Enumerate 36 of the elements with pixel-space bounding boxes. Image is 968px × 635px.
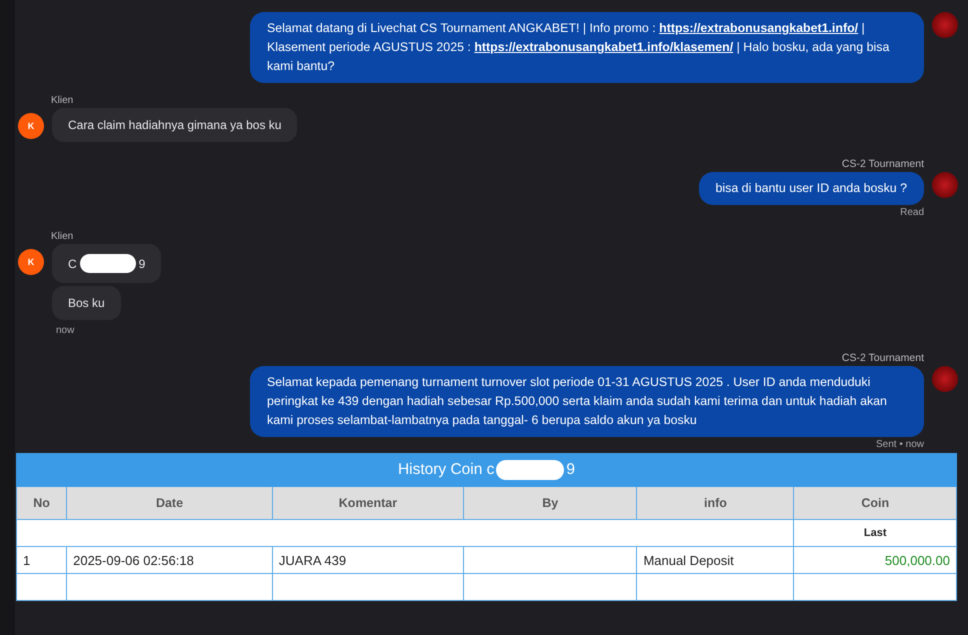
agent-avatar [932,12,958,38]
column-header: By [464,486,637,520]
table-cell: JUARA 439 [272,546,464,574]
message-time: now [56,325,74,336]
column-header: Coin [794,486,956,520]
message-text: 9 [138,256,146,270]
sender-name: CS-2 Tournament [842,352,924,364]
client-avatar: K [18,113,44,139]
column-header: Komentar [272,486,464,520]
sender-name: CS-2 Tournament [842,158,924,170]
link[interactable]: https://extrabonusangkabet1.info/ [659,21,858,35]
table-cell: 500,000.00 [794,546,956,574]
sender-name: Klien [51,95,74,106]
message-bubble: Selamat datang di Livechat CS Tournament ANGKABET! | Info promo : https://extrabonusangkabet1.info/ | Klasement periode AGUSTUS 2025 : https://extrabonusangkabet1.info/klasemen/ | Halo bosku, ada yang bisa kami bantu? [250,12,924,83]
column-header: Date [66,486,272,520]
redaction-mask [496,460,564,480]
table-cell: 1 [16,546,67,574]
message-status: Read [900,207,924,219]
table-title: 9 [566,461,576,479]
table-cell: Manual Deposit [636,546,794,574]
table-cell: Last [794,520,956,546]
message-status: Sent • now [876,439,924,451]
table-title: History Coin c [398,461,494,479]
agent-avatar [932,366,958,392]
column-header: info [636,486,794,520]
link[interactable]: https://extrabonusangkabet1.info/klasemen/ [474,40,734,54]
client-avatar: K [18,249,44,275]
table-cell: 2025-09-06 02:56:18 [66,546,272,574]
message-bubble: bisa di bantu user ID anda bosku ? [698,172,924,205]
message-bubble: Cara claim hadiahnya gimana ya bos ku [52,108,298,142]
agent-avatar [932,172,958,198]
sender-name: Klien [51,231,74,242]
message-bubble: Selamat kepada pemenang turnament turnover slot periode 01-31 AGUSTUS 2025 . User ID anda menduduki peringkat ke 439 dengan hadiah sebesar Rp.500,000 serta klaim anda sudah kami terima dan untuk hadiah akan kami proses selambat-lambatnya pada tanggal- 6 berupa saldo akun ya bosku [250,366,924,437]
message-text: C [68,256,77,270]
column-header: No [16,486,67,520]
message-bubble: Bos ku [52,286,121,320]
